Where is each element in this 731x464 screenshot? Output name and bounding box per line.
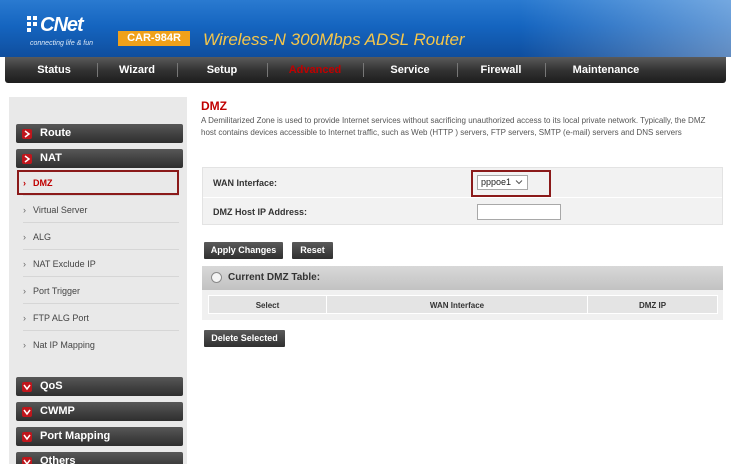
sidebar-menu-label: Route (40, 127, 72, 139)
sidebar-menu-qos[interactable]: QoS (16, 377, 183, 396)
dmz-table-title: Current DMZ Table: (228, 272, 321, 283)
sidebar-menu-route[interactable]: Route (16, 124, 183, 143)
arrow-right-icon: › (23, 286, 26, 296)
arrow-right-icon: › (23, 313, 26, 323)
chevron-down-icon (22, 407, 32, 417)
sidebar-item-label: Nat IP Mapping (33, 340, 95, 350)
sidebar-divider (23, 303, 179, 304)
arrow-right-icon: › (23, 340, 26, 350)
nav-service[interactable]: Service (365, 57, 455, 83)
dmz-highlight-frame (17, 170, 179, 195)
column-header-select: Select (255, 301, 280, 310)
sidebar-divider (23, 249, 179, 250)
main-nav: Status Wizard Setup Advanced Service Fir… (5, 57, 726, 83)
collapse-icon[interactable] (211, 272, 222, 283)
sidebar-item-label: FTP ALG Port (33, 313, 89, 323)
nav-divider (363, 63, 364, 77)
sidebar-menu-label: Others (40, 455, 76, 464)
dmz-host-ip-label: DMZ Host IP Address: (213, 207, 308, 217)
sidebar-menu-label: Port Mapping (40, 430, 111, 442)
chevron-right-icon (22, 129, 32, 139)
sidebar-menu-cwmp[interactable]: CWMP (16, 402, 183, 421)
nav-divider (545, 63, 546, 77)
sidebar-item-ftp-alg-port[interactable]: › FTP ALG Port (23, 309, 89, 327)
page-description: A Demilitarized Zone is used to provide … (201, 116, 706, 137)
header-banner: CNet connecting life & fun CAR-984R Wire… (0, 0, 731, 57)
model-badge: CAR-984R (118, 31, 190, 46)
column-header-dmz-ip: DMZ IP (638, 301, 667, 310)
chevron-down-icon (22, 382, 32, 392)
arrow-right-icon: › (23, 259, 26, 269)
wan-select-highlight-frame (471, 170, 551, 197)
wan-interface-label: WAN Interface: (213, 178, 278, 188)
sidebar-divider (23, 276, 179, 277)
sidebar-menu-label: QoS (40, 380, 63, 392)
nav-wizard[interactable]: Wizard (99, 57, 175, 83)
sidebar-menu-nat[interactable]: NAT (16, 149, 183, 168)
sidebar: Route NAT › DMZ › Virtual Server › ALG › NAT… (9, 97, 187, 464)
page-title: DMZ (201, 99, 227, 113)
sidebar-item-port-trigger[interactable]: › Port Trigger (23, 282, 80, 300)
sidebar-menu-label: NAT (40, 152, 62, 164)
nav-setup[interactable]: Setup (179, 57, 265, 83)
sidebar-item-nat-exclude-ip[interactable]: › NAT Exclude IP (23, 255, 96, 273)
column-header-wan-interface: WAN Interface (429, 301, 485, 310)
nav-divider (177, 63, 178, 77)
nav-divider (97, 63, 98, 77)
sidebar-menu-label: CWMP (40, 405, 75, 417)
nav-advanced[interactable]: Advanced (269, 57, 361, 83)
apply-changes-button[interactable]: Apply Changes (204, 242, 283, 259)
sidebar-divider (23, 330, 179, 331)
chevron-down-icon (22, 432, 32, 442)
arrow-right-icon: › (23, 232, 26, 242)
nav-maintenance[interactable]: Maintenance (547, 57, 665, 83)
dmz-host-ip-input[interactable] (477, 204, 561, 220)
sidebar-divider (23, 222, 179, 223)
dmz-form-panel: WAN Interface: DMZ Host IP Address: (202, 167, 723, 225)
sidebar-menu-others[interactable]: Others (16, 452, 183, 464)
header-gradient (520, 0, 731, 57)
logo-tagline: connecting life & fun (30, 40, 94, 47)
product-title: Wireless-N 300Mbps ADSL Router (203, 30, 465, 49)
sidebar-menu-port-mapping[interactable]: Port Mapping (16, 427, 183, 446)
sidebar-item-alg[interactable]: › ALG (23, 228, 51, 246)
sidebar-item-label: Port Trigger (33, 286, 81, 296)
reset-button[interactable]: Reset (292, 242, 333, 259)
dmz-table-header: Current DMZ Table: (202, 266, 723, 290)
nav-divider (267, 63, 268, 77)
nav-divider (457, 63, 458, 77)
form-divider (203, 197, 722, 198)
sidebar-item-label: Virtual Server (33, 205, 88, 215)
sidebar-item-label: NAT Exclude IP (33, 259, 96, 269)
sidebar-item-virtual-server[interactable]: › Virtual Server (23, 201, 87, 219)
sidebar-item-nat-ip-mapping[interactable]: › Nat IP Mapping (23, 336, 95, 354)
delete-selected-button[interactable]: Delete Selected (204, 330, 285, 347)
chevron-right-icon (22, 154, 32, 164)
nav-status[interactable]: Status (13, 57, 95, 83)
arrow-right-icon: › (23, 205, 26, 215)
chevron-down-icon (22, 457, 32, 464)
logo-text: CNet (40, 14, 84, 36)
sidebar-item-label: ALG (33, 232, 52, 242)
sidebar-divider (23, 195, 179, 196)
dmz-table-columns: Select WAN Interface DMZ IP (208, 295, 718, 314)
nav-firewall[interactable]: Firewall (459, 57, 543, 83)
